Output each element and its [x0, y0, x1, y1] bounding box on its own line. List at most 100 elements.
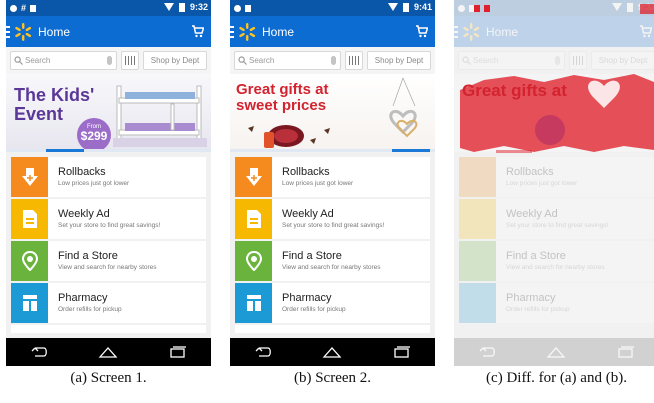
status-time: 9:41 — [413, 2, 432, 12]
caption-a: (a) Screen 1. — [70, 370, 147, 386]
search-icon — [238, 56, 247, 65]
list-item-find-a-store[interactable]: Find a Store View and search for nearby … — [11, 241, 206, 281]
heart-pendant-image — [389, 77, 418, 138]
diff-faded-layer: 9:32 Home Search Shop by Dept Rollbacks … — [454, 0, 654, 323]
shop-by-dept-button: Shop by Dept — [591, 51, 654, 70]
list-item-weekly-ad: Weekly Ad Set your store to find great s… — [459, 199, 654, 239]
battery-icon — [178, 2, 185, 12]
shop-by-dept-button[interactable]: Shop by Dept — [367, 51, 431, 70]
battery-icon — [626, 2, 633, 12]
bunk-bed-image — [113, 85, 207, 147]
promo-banner[interactable]: The Kids' Event From $299 — [6, 74, 211, 152]
weekly-ad-icon — [459, 199, 496, 239]
list-item-find-a-store[interactable]: Find a Store View and search for nearby … — [235, 241, 430, 281]
list-item-rollbacks[interactable]: Rollbacks Low prices just got lower — [11, 157, 206, 197]
microphone-icon[interactable] — [331, 56, 336, 65]
barcode-scan-button — [569, 51, 587, 70]
banner-headline: The Kids' Event — [14, 85, 95, 124]
back-icon[interactable] — [253, 345, 275, 359]
diff-panel: 9:32 Home Search Shop by Dept Rollbacks … — [454, 0, 654, 386]
battery-icon — [402, 2, 409, 12]
menu-icon[interactable] — [230, 25, 234, 38]
location-pin-icon — [11, 241, 48, 281]
home-icon — [547, 347, 566, 358]
search-row: Search Shop by Dept — [230, 47, 435, 74]
list-item-rollbacks[interactable]: Rollbacks Low prices just got lower — [235, 157, 430, 197]
walmart-spark-logo-icon — [463, 22, 480, 41]
cart-icon[interactable] — [192, 24, 204, 38]
cart-icon[interactable] — [416, 24, 428, 38]
feature-list: Rollbacks Low prices just got lower Week… — [6, 152, 211, 333]
list-item-rollbacks: Rollbacks Low prices just got lower — [459, 157, 654, 197]
home-icon[interactable] — [321, 345, 343, 359]
app-title: Home — [38, 24, 71, 39]
list-item-weekly-ad[interactable]: Weekly Ad Set your store to find great s… — [235, 199, 430, 239]
chocolate-box-image — [248, 125, 330, 148]
banner-pager-indicator — [46, 149, 84, 152]
search-icon — [14, 56, 23, 65]
notification-dot-icon — [10, 4, 17, 12]
search-placeholder: Search — [249, 56, 275, 65]
android-nav-bar — [230, 338, 435, 366]
list-item-partial — [235, 325, 430, 333]
list-item-pharmacy[interactable]: Pharmacy Order refills for pickup — [11, 283, 206, 323]
walmart-spark-logo-icon — [239, 22, 256, 41]
recents-icon[interactable] — [166, 345, 188, 359]
microphone-icon[interactable] — [107, 56, 112, 65]
home-icon[interactable] — [97, 345, 119, 359]
android-nav-bar — [6, 338, 211, 366]
status-time: 9:32 — [189, 2, 208, 12]
wifi-icon — [611, 3, 622, 11]
barcode-scan-button[interactable] — [345, 51, 363, 70]
sd-card-icon — [245, 4, 251, 12]
hash-notification-icon: # — [21, 3, 27, 13]
search-placeholder: Search — [25, 56, 51, 65]
recents-icon — [618, 346, 634, 358]
search-input: Search — [458, 51, 565, 70]
status-time: 9:32 — [637, 2, 654, 12]
app-bar: Home — [230, 16, 435, 47]
sd-card-icon — [469, 4, 475, 12]
status-bar: 9:41 — [230, 0, 435, 16]
feature-list: Rollbacks Low prices just got lower Week… — [230, 152, 435, 333]
diff-banner-area — [454, 74, 654, 152]
walmart-spark-logo-icon — [15, 22, 32, 41]
price-badge: From $299 — [77, 118, 111, 152]
app-title: Home — [486, 24, 519, 39]
screen-2: 9:41 Home Search Shop by Dept Great gift… — [230, 0, 435, 366]
barcode-scan-button[interactable] — [121, 51, 139, 70]
app-bar: Home — [6, 16, 211, 47]
promo-banner[interactable]: Great gifts at sweet prices — [230, 74, 435, 152]
list-item-weekly-ad[interactable]: Weekly Ad Set your store to find great s… — [11, 199, 206, 239]
weekly-ad-icon — [11, 199, 48, 239]
banner-pager-indicator — [392, 149, 430, 152]
menu-icon — [454, 25, 458, 38]
caption-c: (c) Diff. for (a) and (b). — [486, 370, 627, 386]
status-bar: # 9:32 — [6, 0, 211, 16]
search-input[interactable]: Search — [10, 51, 117, 70]
location-pin-icon — [459, 241, 496, 281]
screen-1: # 9:32 Home Search Shop by Dept The Kids… — [6, 0, 211, 366]
notification-dot-icon — [234, 4, 241, 12]
diff-screen: 9:32 Home Search Shop by Dept Rollbacks … — [454, 0, 654, 366]
search-row: Search Shop by Dept — [454, 47, 654, 74]
back-icon — [479, 347, 496, 357]
location-pin-icon — [235, 241, 272, 281]
sd-card-icon — [30, 4, 37, 12]
menu-icon[interactable] — [6, 25, 10, 38]
screen-1-panel: # 9:32 Home Search Shop by Dept The Kids… — [6, 0, 211, 386]
app-title: Home — [262, 24, 295, 39]
weekly-ad-icon — [235, 199, 272, 239]
list-item-pharmacy[interactable]: Pharmacy Order refills for pickup — [235, 283, 430, 323]
recents-icon[interactable] — [390, 345, 412, 359]
wifi-icon — [163, 3, 174, 11]
shop-by-dept-button[interactable]: Shop by Dept — [143, 51, 207, 70]
notification-dot-icon — [458, 4, 465, 12]
list-item-partial — [11, 325, 206, 333]
banner-headline: Great gifts at sweet prices — [236, 81, 329, 114]
search-input[interactable]: Search — [234, 51, 341, 70]
banner-pager-track — [6, 149, 211, 152]
list-item-pharmacy: Pharmacy Order refills for pickup — [459, 283, 654, 323]
back-icon[interactable] — [29, 345, 51, 359]
search-icon — [462, 56, 471, 65]
